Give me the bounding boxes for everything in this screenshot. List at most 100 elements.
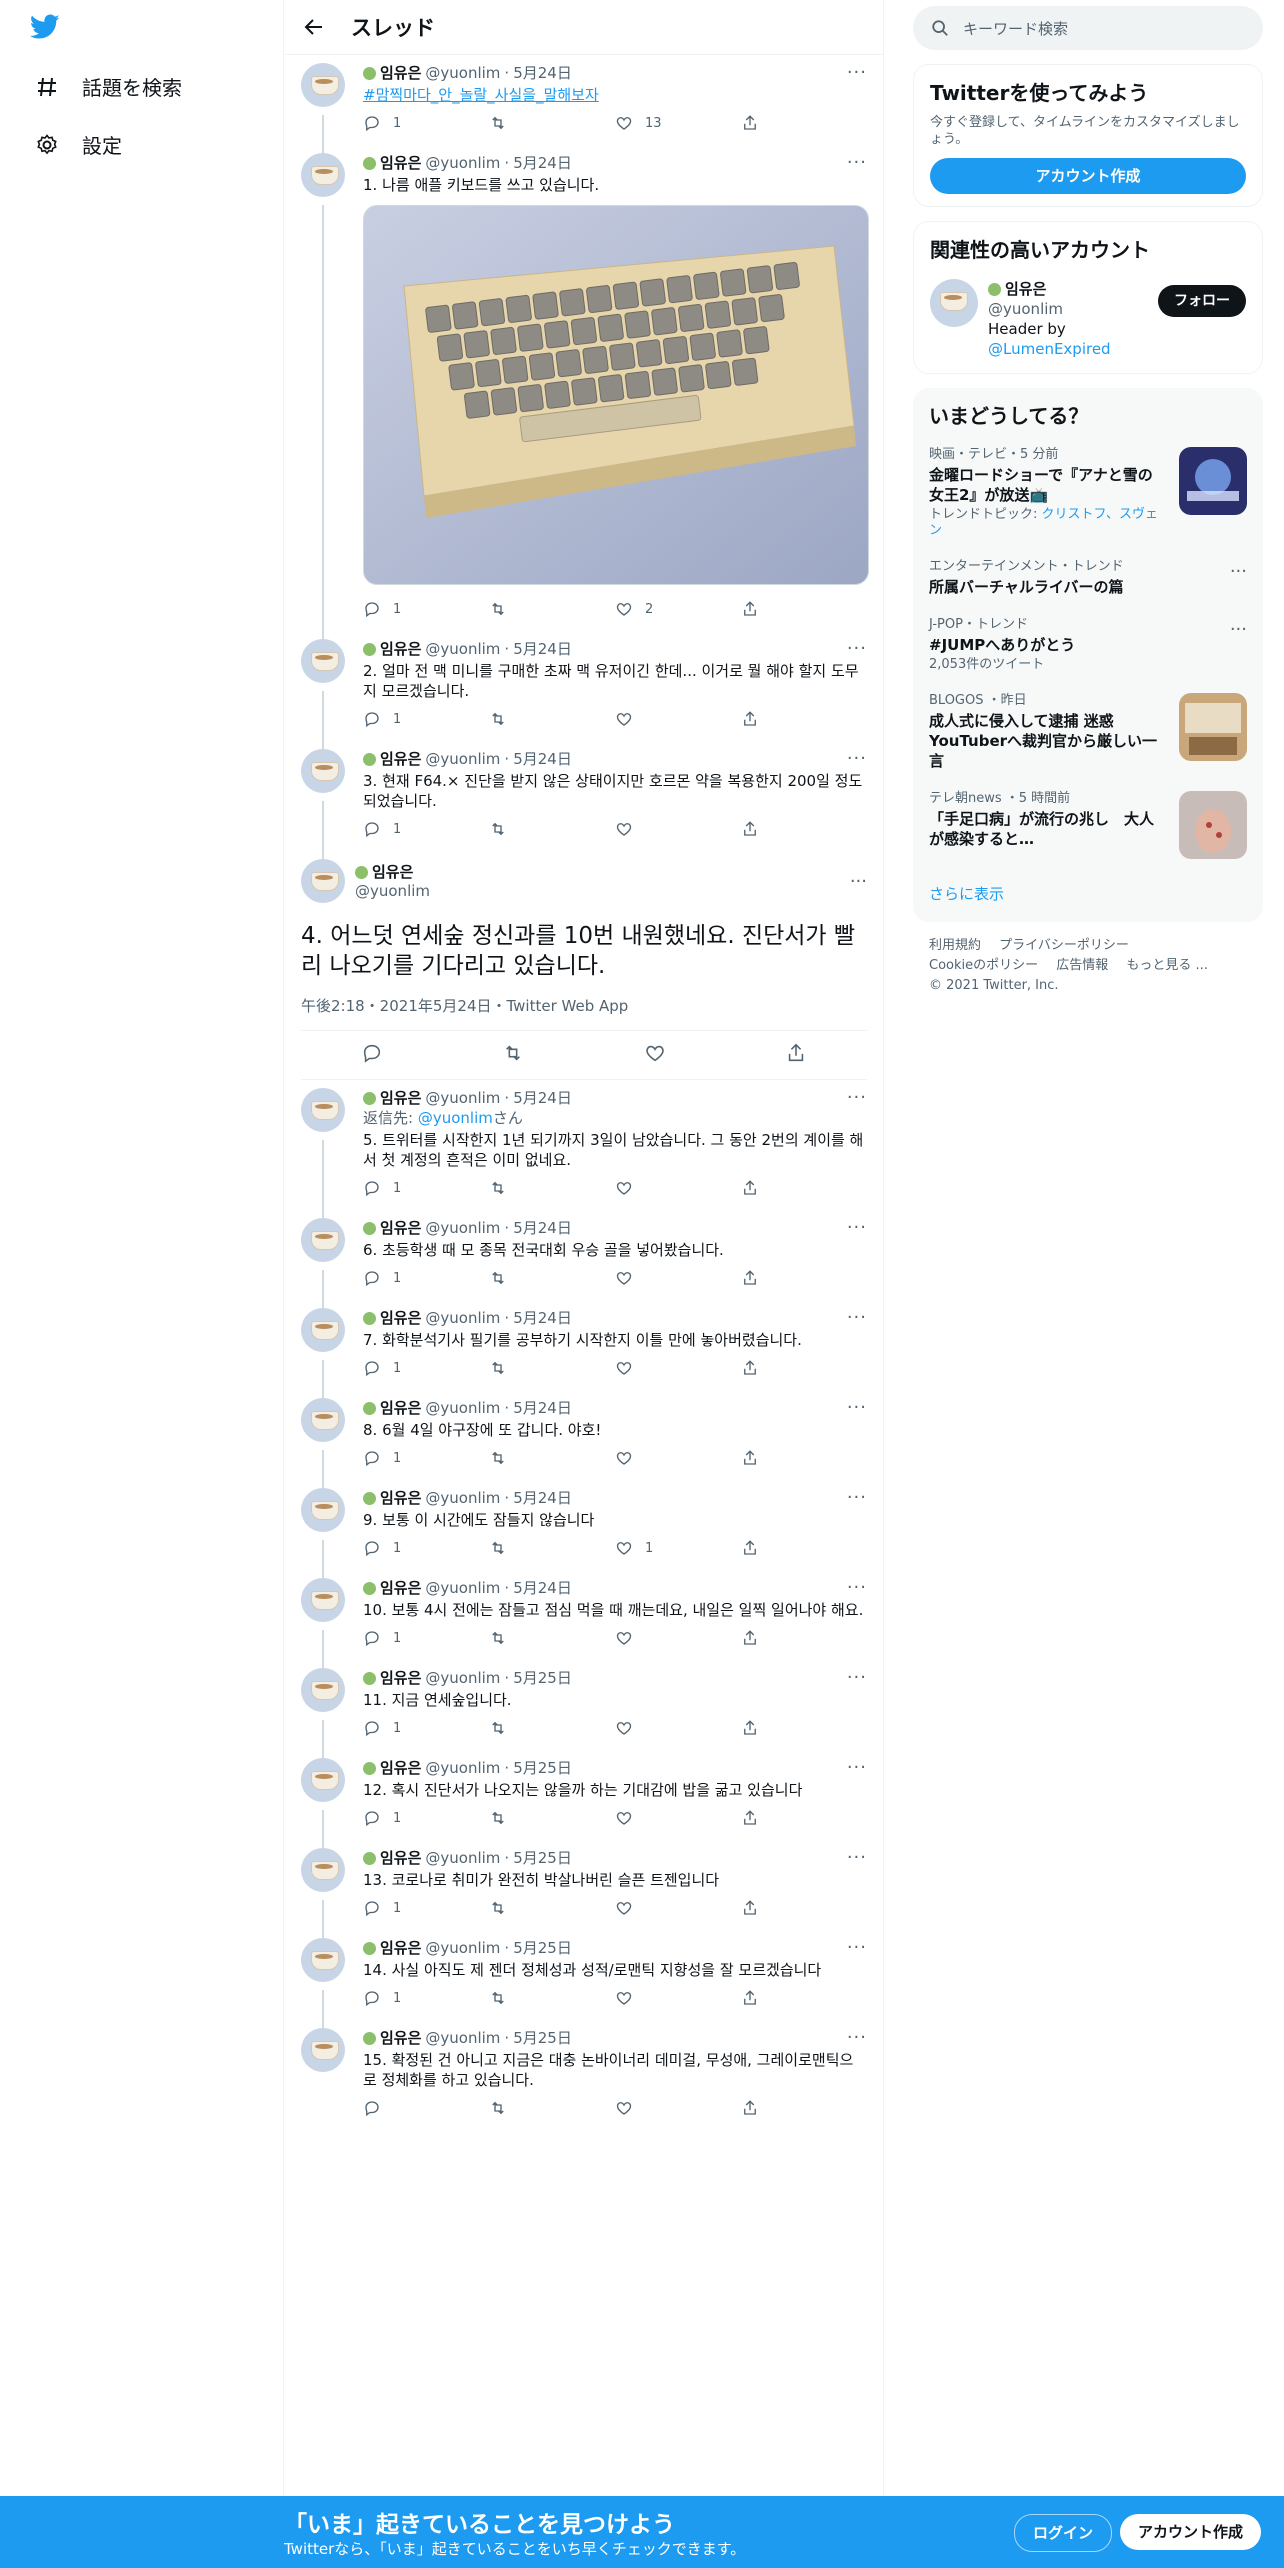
retweet-button[interactable] bbox=[489, 1809, 615, 1827]
author-name[interactable]: 임유은 bbox=[380, 1308, 421, 1328]
trend-item[interactable]: エンターテインメント・トレンド 所属バーチャルライバーの篇 ··· bbox=[913, 549, 1263, 607]
tweet-date[interactable]: 5月25日 bbox=[513, 1938, 572, 1958]
tweet[interactable]: 임유은 @yuonlim · 5月25日 ··· 11. 지금 연세숲입니다. … bbox=[285, 1660, 883, 1758]
avatar[interactable] bbox=[301, 749, 345, 793]
tweet-date[interactable]: 5月24日 bbox=[513, 749, 572, 769]
author-name[interactable]: 임유은 bbox=[380, 1398, 421, 1418]
keyboard-photo[interactable] bbox=[363, 205, 869, 585]
more-options-icon[interactable]: ··· bbox=[847, 1848, 867, 1868]
avatar[interactable] bbox=[301, 1578, 345, 1622]
tweet[interactable]: 임유은 @yuonlim · 5月24日 ··· 8. 6월 4일 야구장에 또… bbox=[285, 1390, 883, 1488]
share-button[interactable] bbox=[741, 1719, 867, 1737]
like-button[interactable] bbox=[615, 1809, 741, 1827]
tweet-date[interactable]: 5月25日 bbox=[513, 1668, 572, 1688]
back-arrow-icon[interactable] bbox=[301, 14, 327, 40]
share-icon[interactable] bbox=[785, 1042, 807, 1068]
tweet-date[interactable]: 5月24日 bbox=[513, 153, 572, 173]
retweet-button[interactable] bbox=[489, 1179, 615, 1197]
footer-ads[interactable]: 広告情報 bbox=[1056, 958, 1108, 973]
retweet-icon[interactable] bbox=[502, 1042, 524, 1068]
more-options-icon[interactable]: ··· bbox=[847, 1218, 867, 1238]
tweet[interactable]: 임유은 @yuonlim · 5月25日 ··· 15. 확정된 건 아니고 지… bbox=[285, 2020, 883, 2130]
reply-button[interactable]: 1 bbox=[363, 1809, 489, 1827]
author-name[interactable]: 임유은 bbox=[380, 1578, 421, 1598]
more-options-icon[interactable]: ··· bbox=[847, 639, 867, 659]
retweet-button[interactable] bbox=[489, 820, 615, 838]
footer-privacy[interactable]: プライバシーポリシー bbox=[999, 938, 1129, 953]
more-options-icon[interactable]: ··· bbox=[847, 153, 867, 173]
related-bio-link[interactable]: @LumenExpired bbox=[988, 340, 1111, 358]
author-name[interactable]: 임유은 bbox=[380, 1218, 421, 1238]
avatar[interactable] bbox=[930, 279, 978, 327]
author-name[interactable]: 임유은 bbox=[380, 1758, 421, 1778]
share-button[interactable] bbox=[741, 1179, 867, 1197]
like-button[interactable] bbox=[615, 1629, 741, 1647]
like-button[interactable] bbox=[615, 1989, 741, 2007]
reply-button[interactable]: 1 bbox=[363, 1989, 489, 2007]
author-handle[interactable]: @yuonlim bbox=[425, 1938, 500, 1958]
reply-button[interactable]: 1 bbox=[363, 1359, 489, 1377]
author-handle[interactable]: @yuonlim bbox=[425, 639, 500, 659]
tweet[interactable]: 임유은 @yuonlim · 5月24日 ··· 7. 화학분석기사 필기를 공… bbox=[285, 1300, 883, 1398]
more-options-icon[interactable]: ··· bbox=[847, 749, 867, 769]
tweet-date[interactable]: 5月25日 bbox=[513, 1758, 572, 1778]
tweet[interactable]: 임유은 @yuonlim · 5月24日 ··· 9. 보통 이 시간에도 잠들… bbox=[285, 1480, 883, 1578]
more-options-icon[interactable]: ··· bbox=[1230, 561, 1247, 582]
like-icon[interactable] bbox=[644, 1042, 666, 1068]
more-options-icon[interactable]: ··· bbox=[847, 1758, 867, 1778]
footer-more[interactable]: もっと見る ... bbox=[1126, 958, 1208, 973]
more-options-icon[interactable]: ··· bbox=[847, 2028, 867, 2048]
like-button[interactable] bbox=[615, 1359, 741, 1377]
nav-explore[interactable]: 話題を検索 bbox=[34, 72, 182, 101]
related-name[interactable]: 임유은 bbox=[1005, 279, 1046, 299]
more-options-icon[interactable]: ··· bbox=[847, 1088, 867, 1108]
share-button[interactable] bbox=[741, 710, 867, 728]
like-button[interactable] bbox=[615, 820, 741, 838]
tweet[interactable]: 임유은 @yuonlim · 5月24日 ··· 10. 보통 4시 전에는 잠… bbox=[285, 1570, 883, 1668]
retweet-button[interactable] bbox=[489, 1899, 615, 1917]
reply-button[interactable] bbox=[363, 2099, 489, 2117]
avatar[interactable] bbox=[301, 859, 345, 903]
share-button[interactable] bbox=[741, 2099, 867, 2117]
tweet[interactable]: 임유은 @yuonlim · 5月24日 ··· 1. 나름 애플 키보드를 쓰… bbox=[285, 145, 883, 639]
share-button[interactable] bbox=[741, 1449, 867, 1467]
share-button[interactable] bbox=[741, 820, 867, 838]
trend-item[interactable]: テレ朝news ・5 時間前 「手足口病」が流行の兆し 大人が感染すると… bbox=[913, 781, 1263, 869]
more-options-icon[interactable]: ··· bbox=[847, 63, 867, 83]
retweet-button[interactable] bbox=[489, 1449, 615, 1467]
author-name[interactable]: 임유은 bbox=[380, 639, 421, 659]
share-button[interactable] bbox=[741, 1899, 867, 1917]
avatar[interactable] bbox=[301, 1938, 345, 1982]
share-button[interactable] bbox=[741, 600, 867, 618]
reply-button[interactable]: 1 bbox=[363, 1449, 489, 1467]
retweet-button[interactable] bbox=[489, 1629, 615, 1647]
trend-item[interactable]: BLOGOS ・昨日 成人式に侵入して逮捕 迷惑YouTuberへ裁判官から厳し… bbox=[913, 683, 1263, 781]
tweet-timestamp[interactable]: 午後2:18・2021年5月24日・Twitter Web App bbox=[301, 995, 867, 1031]
reply-button[interactable]: 1 bbox=[363, 114, 489, 132]
reply-button[interactable]: 1 bbox=[363, 600, 489, 618]
tweet[interactable]: 임유은 @yuonlim · 5月24日 ··· 2. 얼마 전 맥 미니를 구… bbox=[285, 631, 883, 749]
more-options-icon[interactable]: ··· bbox=[847, 1578, 867, 1598]
author-handle[interactable]: @yuonlim bbox=[425, 153, 500, 173]
tweet-text[interactable]: #맘찍마다_안_놀랄_사실을_말해보자 bbox=[363, 85, 867, 105]
avatar[interactable] bbox=[301, 1758, 345, 1802]
author-handle[interactable]: @yuonlim bbox=[425, 1758, 500, 1778]
retweet-button[interactable] bbox=[489, 114, 615, 132]
more-options-icon[interactable]: ··· bbox=[850, 871, 867, 892]
retweet-button[interactable] bbox=[489, 710, 615, 728]
author-handle[interactable]: @yuonlim bbox=[425, 1578, 500, 1598]
author-handle[interactable]: @yuonlim bbox=[425, 63, 500, 83]
follow-button[interactable]: フォロー bbox=[1158, 285, 1246, 317]
share-button[interactable] bbox=[741, 1629, 867, 1647]
author-handle[interactable]: @yuonlim bbox=[425, 1848, 500, 1868]
tweet-date[interactable]: 5月25日 bbox=[513, 2028, 572, 2048]
avatar[interactable] bbox=[301, 1218, 345, 1262]
like-button[interactable] bbox=[615, 1179, 741, 1197]
tweet-date[interactable]: 5月24日 bbox=[513, 1088, 572, 1108]
tweet-date[interactable]: 5月25日 bbox=[513, 1848, 572, 1868]
author-name[interactable]: 임유은 bbox=[380, 2028, 421, 2048]
show-more-link[interactable]: さらに表示 bbox=[913, 869, 1263, 922]
avatar[interactable] bbox=[301, 63, 345, 107]
create-account-button[interactable]: アカウント作成 bbox=[930, 158, 1246, 194]
like-button[interactable] bbox=[615, 710, 741, 728]
